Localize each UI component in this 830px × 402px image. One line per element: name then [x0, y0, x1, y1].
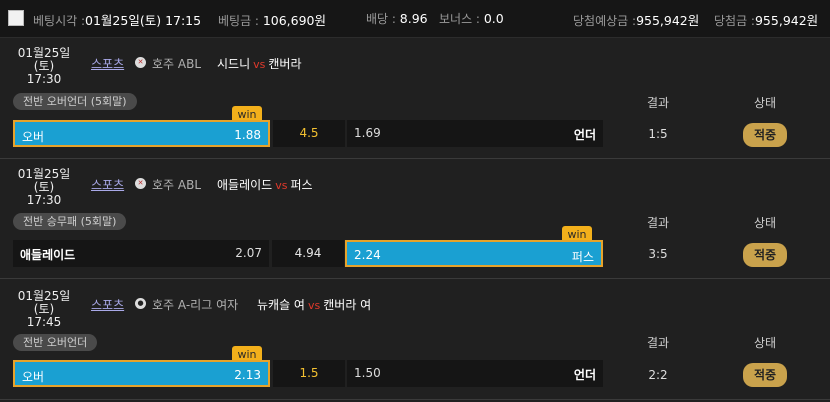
soccer-ball-icon: ●	[135, 298, 146, 309]
away-team: 캔버라	[268, 57, 302, 71]
market-pill: 전반 오버언더 (5회말)	[13, 93, 137, 110]
bet-item: 01월25일(토) 17:30 스포츠 ✕ 호주 ABL 애들레이드 vs 퍼스 전…	[0, 159, 830, 279]
sport-link[interactable]: 스포츠	[91, 176, 124, 193]
selected-option-left[interactable]: 오버 2.13	[13, 360, 270, 387]
option-left[interactable]: 애들레이드 2.07	[13, 240, 269, 267]
match-datetime: 01월25일(토) 17:45	[16, 290, 72, 329]
status-badge: 적중	[743, 363, 787, 387]
baseball-icon: ✕	[135, 178, 146, 189]
sport-link[interactable]: 스포츠	[91, 55, 124, 72]
bonus-label: 보너스 :	[439, 12, 480, 26]
win-amount: 당첨금 :955,942원	[714, 10, 818, 29]
bet-item: 01월25일(토) 17:45 스포츠 ● 호주 A-리그 여자 뉴캐슬 여 vs…	[0, 279, 830, 400]
win-amount-value: 955,942원	[754, 13, 819, 28]
league-name: 호주 ABL	[152, 57, 202, 71]
home-team: 시드니	[217, 57, 251, 71]
option-label: 오버	[22, 370, 45, 384]
market-pill: 전반 오버언더	[13, 334, 98, 351]
home-team: 애들레이드	[217, 178, 273, 192]
odds: 배당 : 8.96	[366, 10, 428, 27]
expected-win: 당첨예상금 :955,942원	[573, 10, 699, 29]
vs-label: vs	[253, 58, 266, 71]
vs-label: vs	[275, 179, 288, 192]
match-datetime: 01월25일(토) 17:30	[16, 47, 72, 86]
bet-amount-value: 106,690원	[262, 13, 327, 28]
bet-item: 01월25일(토) 17:30 스포츠 ✕ 호주 ABL 시드니 vs 캔버라 전반…	[0, 38, 830, 159]
match-result: 3:5	[648, 247, 668, 261]
match-teams: 애들레이드 vs 퍼스	[217, 176, 313, 193]
home-team: 뉴캐슬 여	[257, 298, 305, 312]
handicap-value: 4.5	[273, 120, 345, 147]
status-column-title: 상태	[753, 336, 777, 350]
match-teams: 뉴캐슬 여 vs 캔버라 여	[257, 296, 371, 313]
baseball-icon: ✕	[135, 57, 146, 68]
option-odds: 2.24	[354, 248, 381, 262]
bet-summary-header: 베팅시각 :01월25일(토) 17:15 베팅금 : 106,690원 배당 …	[0, 0, 830, 38]
status-column-title: 상태	[753, 216, 777, 230]
match-teams: 시드니 vs 캔버라	[217, 55, 302, 72]
option-odds: 1.69	[354, 126, 381, 140]
match-time: 17:45	[26, 315, 62, 329]
option-label: 퍼스	[571, 250, 594, 264]
selected-option-left[interactable]: 오버 1.88	[13, 120, 270, 147]
option-label: 애들레이드	[20, 248, 76, 262]
market-pill: 전반 승무패 (5회말)	[13, 213, 127, 230]
bet-time-value: 01월25일(토) 17:15	[85, 13, 202, 28]
expected-win-label: 당첨예상금 :	[573, 14, 637, 28]
bonus-value: 0.0	[483, 11, 504, 26]
bet-amount: 베팅금 : 106,690원	[218, 10, 326, 29]
bet-time-label: 베팅시각 :	[33, 14, 86, 28]
odds-value: 8.96	[399, 11, 428, 26]
match-time: 17:30	[26, 193, 62, 207]
match-date: 01월25일(토)	[17, 289, 71, 316]
option-right[interactable]: 1.50 언더	[347, 360, 603, 387]
option-odds: 1.50	[354, 366, 381, 380]
status-column-title: 상태	[753, 96, 777, 110]
status-badge: 적중	[743, 243, 787, 267]
match-datetime: 01월25일(토) 17:30	[16, 168, 72, 207]
league-name: 호주 ABL	[152, 178, 202, 192]
match-result: 1:5	[648, 127, 668, 141]
result-column-title: 결과	[646, 336, 670, 350]
option-odds: 1.88	[234, 128, 261, 142]
option-odds: 2.07	[235, 246, 262, 260]
sport-link[interactable]: 스포츠	[91, 296, 124, 313]
option-label: 오버	[22, 130, 45, 144]
away-team: 퍼스	[290, 178, 313, 192]
select-checkbox[interactable]	[8, 10, 24, 26]
expected-win-value: 955,942원	[636, 13, 700, 28]
option-right[interactable]: 1.69 언더	[347, 120, 603, 147]
league-name: 호주 A-리그 여자	[152, 298, 239, 312]
vs-label: vs	[307, 299, 321, 312]
match-date: 01월25일(토)	[17, 46, 71, 73]
option-label: 언더	[573, 128, 596, 142]
win-amount-label: 당첨금 :	[714, 14, 755, 28]
bonus: 보너스 : 0.0	[439, 10, 504, 27]
draw-odds: 4.94	[272, 240, 344, 267]
result-column-title: 결과	[646, 96, 670, 110]
result-column-title: 결과	[646, 216, 670, 230]
bet-amount-label: 베팅금 :	[218, 14, 259, 28]
odds-label: 배당 :	[366, 12, 396, 26]
bet-time: 베팅시각 :01월25일(토) 17:15	[33, 10, 201, 29]
selected-option-right[interactable]: 2.24 퍼스	[345, 240, 603, 267]
option-odds: 2.13	[234, 368, 261, 382]
match-result: 2:2	[648, 368, 668, 382]
status-badge: 적중	[743, 123, 787, 147]
match-time: 17:30	[26, 72, 62, 86]
handicap-value: 1.5	[273, 360, 345, 387]
match-date: 01월25일(토)	[17, 167, 71, 194]
option-label: 언더	[573, 368, 596, 382]
away-team: 캔버라 여	[323, 298, 372, 312]
